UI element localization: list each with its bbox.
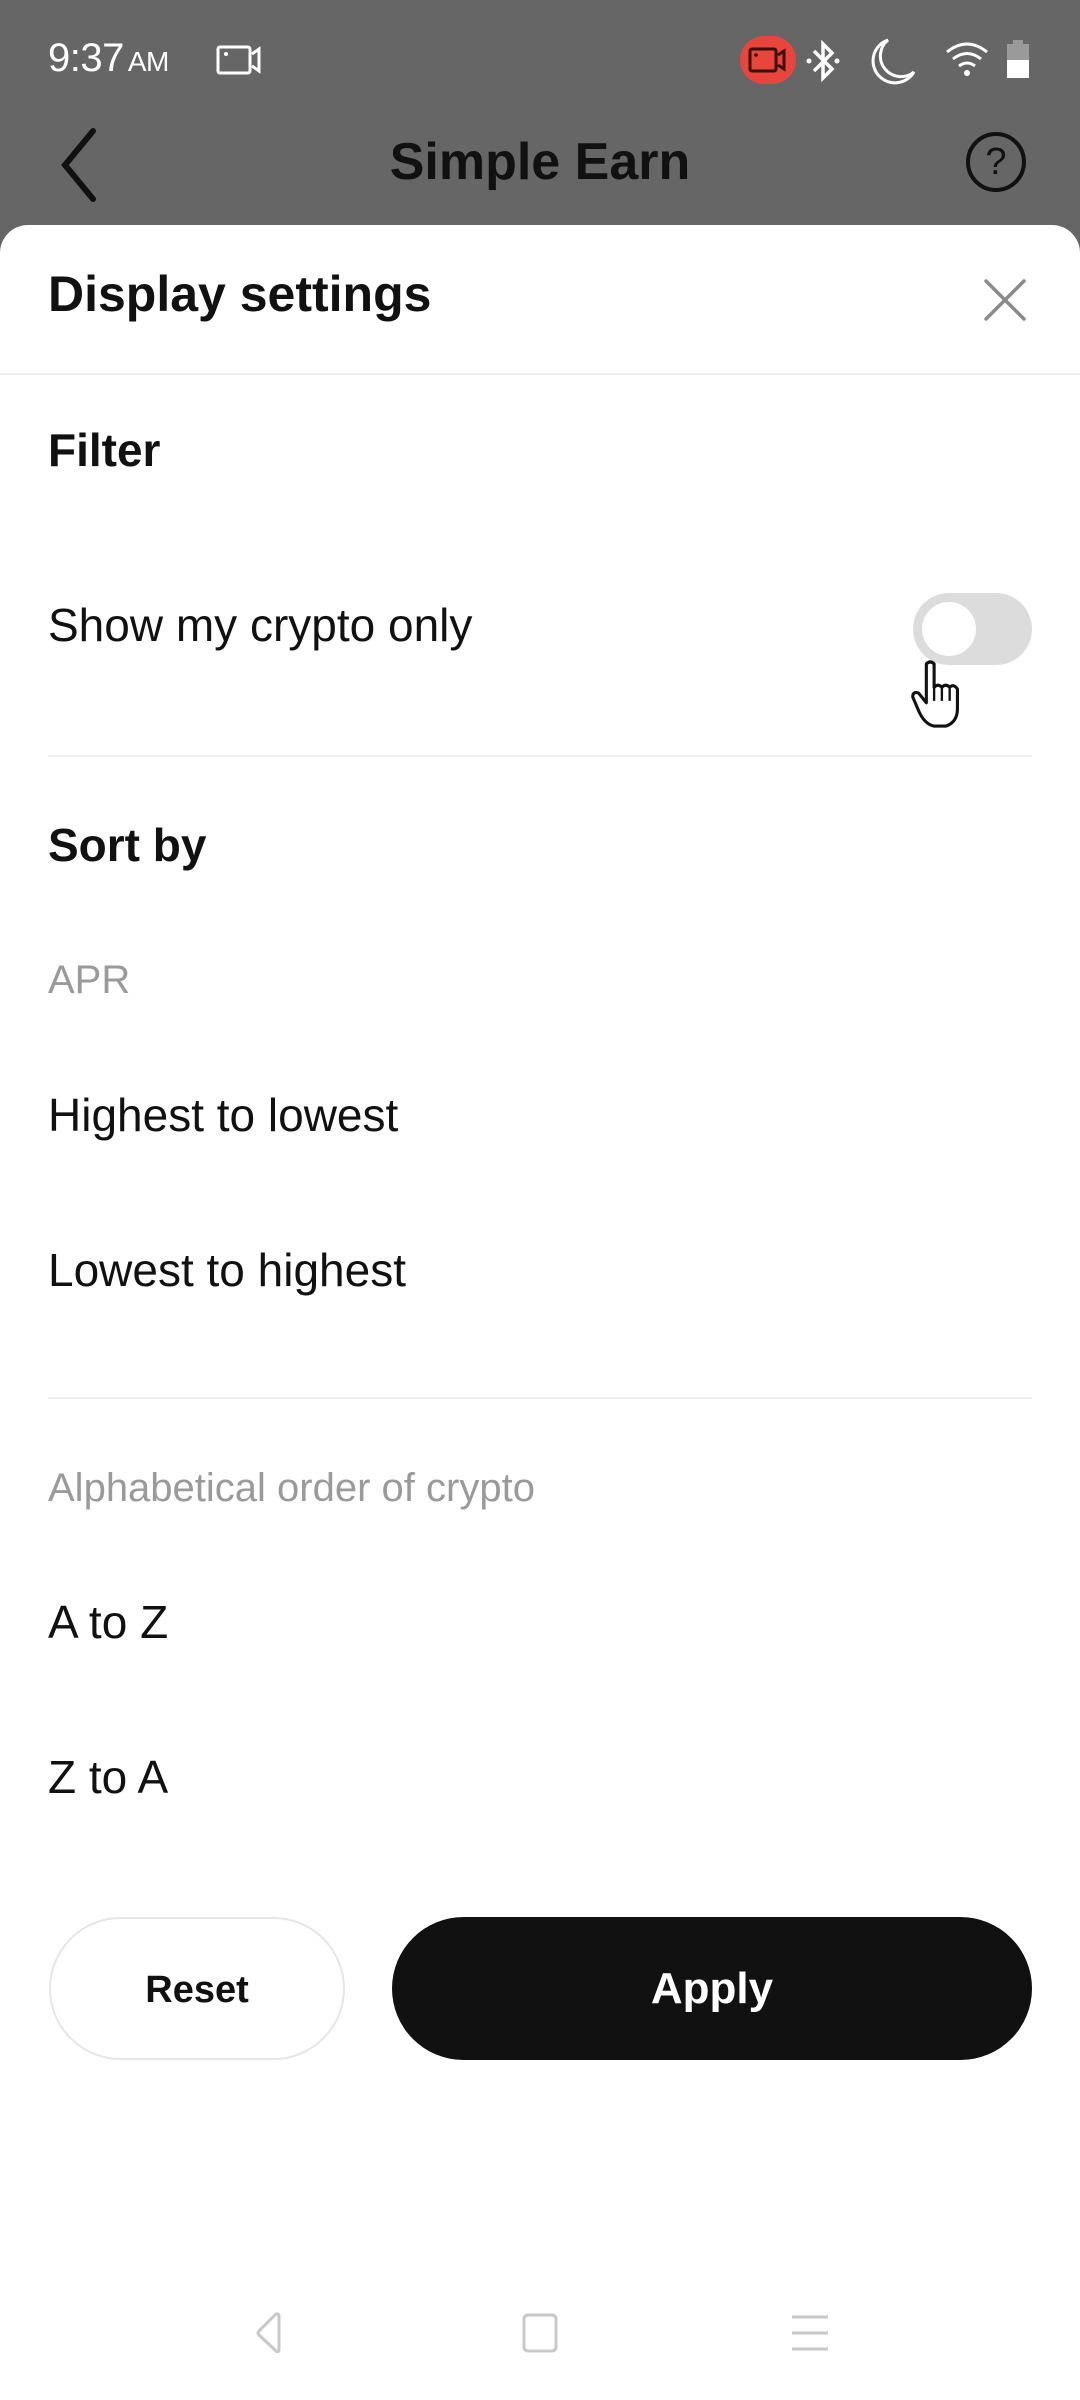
- toggle-knob: [922, 602, 976, 656]
- page-title: Simple Earn: [389, 133, 691, 191]
- screen-record-icon: [216, 45, 261, 75]
- status-time: 9:37 AM: [48, 36, 169, 81]
- sort-option-apr-highest-to-lowest[interactable]: Highest to lowest: [48, 1060, 1032, 1170]
- recents-menu-icon[interactable]: [785, 2308, 835, 2358]
- sort-option-a-to-z[interactable]: A to Z: [48, 1567, 1032, 1677]
- bluetooth-icon: [806, 39, 840, 83]
- ampm-text: AM: [127, 46, 170, 77]
- recording-active-icon: [748, 47, 786, 73]
- wifi-icon: [946, 42, 988, 76]
- apply-button[interactable]: Apply: [392, 1917, 1032, 2060]
- sort-by-section-title: Sort by: [48, 819, 207, 871]
- display-settings-sheet: Display settings Filter Show my crypto o…: [0, 225, 1080, 2400]
- filter-divider: [48, 755, 1032, 757]
- apr-group-label: APR: [48, 958, 131, 1002]
- status-bar: 9:37 AM: [0, 0, 1080, 120]
- sort-divider: [48, 1397, 1032, 1399]
- close-icon[interactable]: [980, 275, 1030, 325]
- question-circle-icon[interactable]: ?: [966, 132, 1026, 192]
- do-not-disturb-moon-icon: [871, 38, 916, 85]
- back-triangle-icon[interactable]: [246, 2308, 296, 2358]
- home-square-icon[interactable]: [515, 2308, 565, 2358]
- sort-option-apr-lowest-to-highest[interactable]: Lowest to highest: [48, 1215, 1032, 1325]
- alphabetical-group-label: Alphabetical order of crypto: [48, 1466, 535, 1510]
- show-my-crypto-only-label: Show my crypto only: [48, 599, 473, 651]
- sort-option-z-to-a[interactable]: Z to A: [48, 1722, 1032, 1832]
- battery-icon: [1007, 40, 1029, 78]
- header-divider: [0, 373, 1080, 375]
- sheet-title: Display settings: [48, 266, 432, 322]
- reset-button[interactable]: Reset: [49, 1917, 345, 2060]
- filter-section-title: Filter: [48, 424, 161, 476]
- show-my-crypto-only-toggle[interactable]: [913, 593, 1032, 665]
- time-text: 9:37: [48, 36, 124, 80]
